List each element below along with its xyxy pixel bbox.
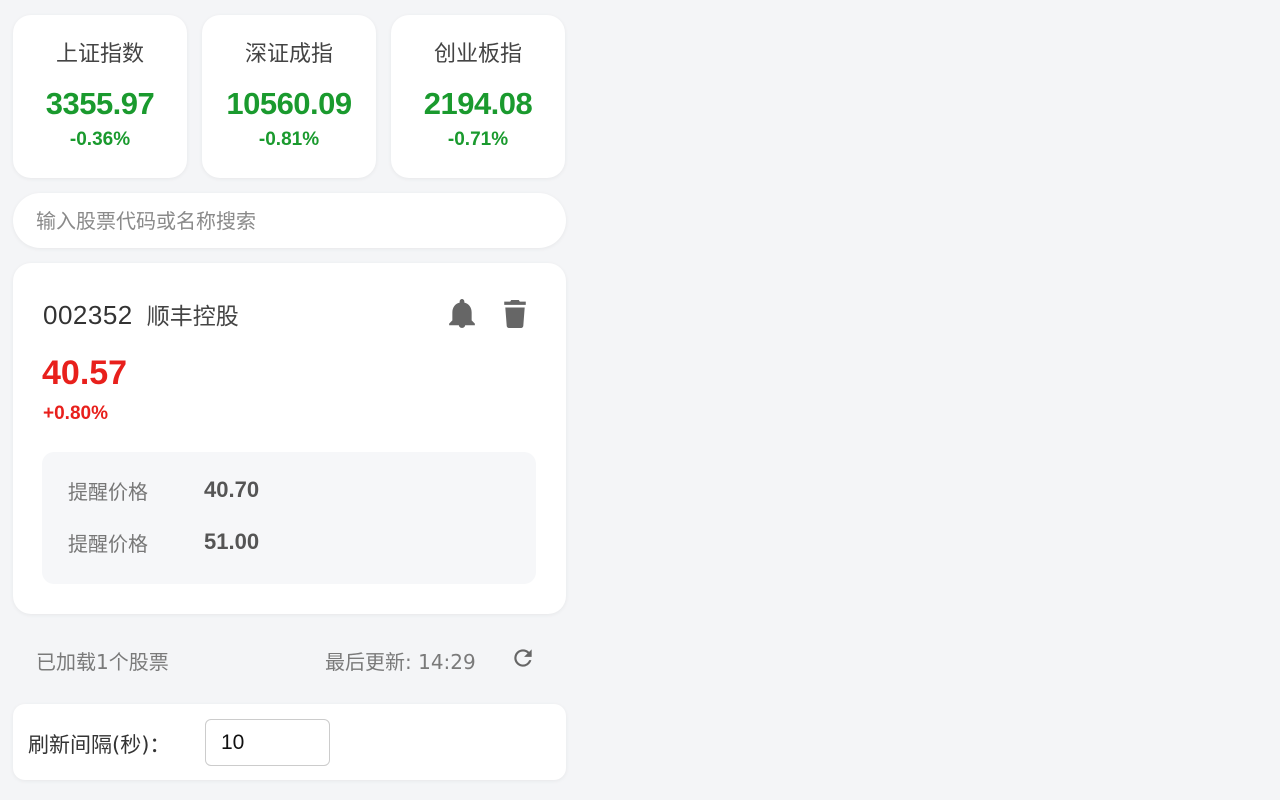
- search-bar: [13, 193, 566, 248]
- last-update-time: 最后更新: 14:29: [325, 650, 476, 674]
- stock-code: 002352: [43, 300, 133, 330]
- index-name: 创业板指: [433, 42, 522, 67]
- refresh-icon-svg: [514, 649, 532, 667]
- index-change: -0.71%: [447, 129, 509, 150]
- bell-icon-svg: [449, 299, 475, 328]
- index-name: 深证成指: [244, 42, 333, 67]
- refresh-interval-input[interactable]: [205, 719, 330, 766]
- alert-value: 51.00: [204, 529, 260, 554]
- stock-panel: 上证指数 3355.97 -0.36% 深证成指 10560.09 -0.81%…: [13, 15, 566, 780]
- search-input[interactable]: [36, 208, 566, 233]
- refresh-interval-label: 刷新间隔(秒)：: [28, 733, 171, 757]
- loaded-count: 已加载1个股票: [36, 650, 169, 674]
- index-change: -0.81%: [258, 129, 320, 150]
- trash-icon-svg: [504, 300, 526, 328]
- index-change: -0.36%: [69, 129, 131, 150]
- alert-row: 提醒价格 51.00: [68, 528, 259, 556]
- index-value: 10560.09: [226, 86, 352, 121]
- index-card-shanghai[interactable]: 上证指数 3355.97 -0.36%: [13, 15, 187, 178]
- stock-name: 顺丰控股: [146, 304, 239, 330]
- status-bar: 已加载1个股票 最后更新: 14:29: [13, 642, 566, 676]
- stock-actions: [448, 299, 529, 329]
- stock-card: 002352 顺丰控股 40.57 +0.80% 提醒价格 40.70 提醒价格…: [13, 263, 566, 614]
- index-card-shenzhen[interactable]: 深证成指 10560.09 -0.81%: [202, 15, 376, 178]
- refresh-settings: 刷新间隔(秒)：: [13, 704, 566, 780]
- stock-change: +0.80%: [43, 403, 108, 424]
- stock-header: 002352 顺丰控股: [43, 297, 239, 331]
- bell-icon[interactable]: [448, 299, 476, 329]
- index-name: 上证指数: [55, 42, 144, 67]
- refresh-icon[interactable]: [509, 644, 537, 672]
- alert-label: 提醒价格: [68, 531, 148, 556]
- stock-price: 40.57: [42, 354, 128, 392]
- index-card-chinext[interactable]: 创业板指 2194.08 -0.71%: [391, 15, 565, 178]
- trash-icon[interactable]: [501, 299, 529, 329]
- alert-value: 40.70: [204, 477, 260, 502]
- price-alert-list: 提醒价格 40.70 提醒价格 51.00: [42, 452, 536, 584]
- index-value: 2194.08: [423, 86, 533, 121]
- alert-label: 提醒价格: [68, 479, 148, 504]
- alert-row: 提醒价格 40.70: [68, 476, 259, 504]
- market-index-row: 上证指数 3355.97 -0.36% 深证成指 10560.09 -0.81%…: [13, 15, 566, 178]
- index-value: 3355.97: [45, 86, 155, 121]
